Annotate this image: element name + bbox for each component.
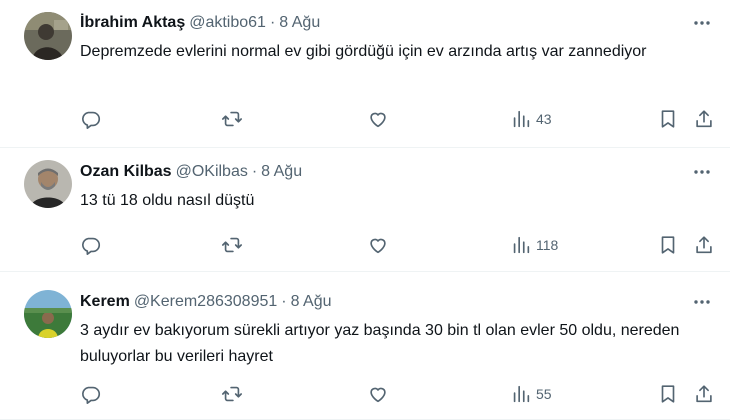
more-dots-icon[interactable] [692,292,712,312]
bookmark-icon [661,385,675,403]
tweet[interactable]: Ozan Kilbas @OKilbas · 8 Ağu 13 tü 18 ol… [0,148,730,272]
author-handle[interactable]: @Kerem286308951 [134,292,277,312]
reply-button[interactable] [80,383,102,405]
tweet-text: 13 tü 18 oldu nasıl düştü [80,192,255,209]
reply-button[interactable] [80,234,102,256]
views-bar-chart-icon [513,236,530,254]
like-button[interactable] [367,383,389,405]
views-count: 43 [536,111,552,127]
views-count: 118 [536,237,559,253]
action-bar: 43 [80,107,716,131]
heart-icon [370,387,386,403]
tweet-date[interactable]: 8 Ağu [291,292,332,312]
separator-dot: · [251,163,258,180]
author-name[interactable]: İbrahim Aktaş [80,13,185,33]
share-icon [696,236,712,254]
tweet-date[interactable]: 8 Ağu [279,13,320,33]
tweet[interactable]: İbrahim Aktaş @aktibo61 · 8 Ağu Depremze… [0,0,730,148]
author-handle[interactable]: @aktibo61 [189,13,266,33]
more-dots-icon[interactable] [692,13,712,33]
tweet-text: Depremzede evlerini normal ev gibi gördü… [80,43,647,60]
action-bar: 55 [80,382,716,406]
views-button[interactable]: 55 [510,383,552,405]
avatar[interactable] [24,12,72,60]
like-button[interactable] [367,108,389,130]
bookmark-button[interactable] [657,383,679,405]
author-name[interactable]: Ozan Kilbas [80,162,172,182]
retweet-icon [222,237,242,253]
share-icon [696,385,712,403]
share-icon [696,110,712,128]
action-bar: 118 [80,233,716,257]
tweet[interactable]: Kerem @Kerem286308951 · 8 Ağu 3 aydır ev… [0,272,730,420]
retweet-icon [222,111,242,127]
views-button[interactable]: 118 [510,234,558,256]
bookmark-button[interactable] [657,234,679,256]
share-button[interactable] [693,383,715,405]
heart-icon [370,238,386,254]
views-count: 55 [536,386,552,402]
reply-icon [82,111,101,129]
reply-button[interactable] [80,108,102,130]
separator-dot: · [281,293,287,310]
separator-dot: · [269,14,276,31]
author-name[interactable]: Kerem [80,292,130,312]
heart-icon [370,112,386,128]
share-button[interactable] [693,108,715,130]
views-bar-chart-icon [513,110,530,128]
retweet-button[interactable] [221,383,243,405]
bookmark-icon [661,236,675,254]
retweet-button[interactable] [221,234,243,256]
like-button[interactable] [367,234,389,256]
reply-icon [82,386,101,404]
bookmark-button[interactable] [657,108,679,130]
tweet-text: 3 aydır ev bakıyorum sürekli artıyor yaz… [80,322,680,365]
retweet-icon [222,386,242,402]
tweet-date[interactable]: 8 Ağu [261,162,302,182]
views-button[interactable]: 43 [510,108,552,130]
more-dots-icon[interactable] [692,162,712,182]
reply-icon [82,237,101,255]
avatar[interactable] [24,160,72,208]
avatar[interactable] [24,290,72,338]
retweet-button[interactable] [221,108,243,130]
share-button[interactable] [693,234,715,256]
views-bar-chart-icon [513,385,530,403]
author-handle[interactable]: @OKilbas [176,162,248,182]
bookmark-icon [661,110,675,128]
